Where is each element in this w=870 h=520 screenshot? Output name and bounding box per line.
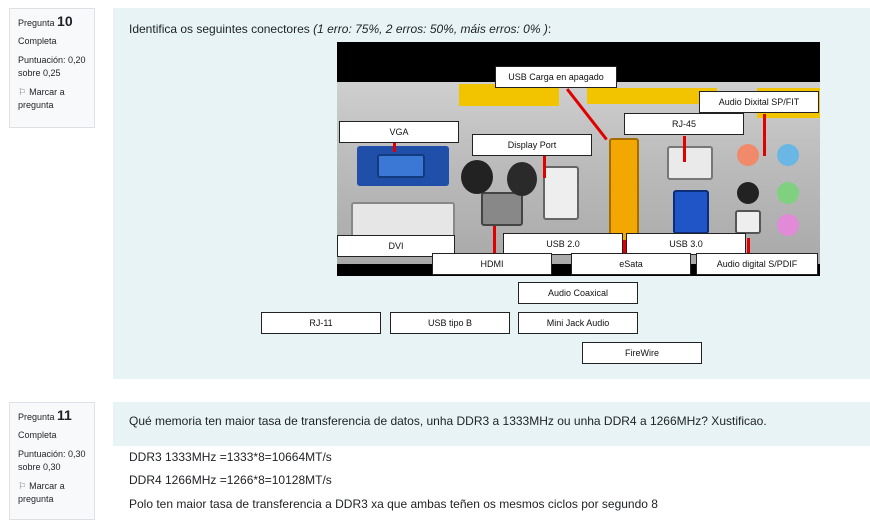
- question-info-11: Pregunta 11 Completa Puntuación: 0,30 so…: [9, 402, 95, 520]
- question-number: Pregunta 10: [18, 13, 86, 30]
- pointer-line: [763, 114, 766, 156]
- drop-label-vga[interactable]: VGA: [339, 121, 459, 143]
- vga-port-pins: [377, 154, 425, 178]
- question-label: Pregunta: [18, 412, 55, 422]
- drop-label-usb20[interactable]: USB 2.0: [503, 233, 623, 255]
- audio-jack-shape: [777, 214, 799, 236]
- audio-jack-shape: [777, 144, 799, 166]
- choice-rj11[interactable]: RJ-11: [261, 312, 381, 334]
- yellow-slot: [587, 88, 717, 104]
- question-status: Completa: [18, 430, 57, 440]
- usb30-port-shape: [673, 190, 709, 234]
- choice-usb-tipo-b[interactable]: USB tipo B: [390, 312, 510, 334]
- answer-line: Polo ten maior tasa de transferencia a D…: [129, 497, 658, 511]
- answer-line: DDR3 1333MHz =1333*8=10664MT/s: [129, 450, 332, 464]
- question-text: Qué memoria ten maior tasa de transferen…: [129, 414, 767, 428]
- audio-jack-shape: [777, 182, 799, 204]
- choice-firewire[interactable]: FireWire: [582, 342, 702, 364]
- usb20-port-shape: [543, 166, 579, 220]
- choice-audio-coaxical[interactable]: Audio Coaxical: [518, 282, 638, 304]
- question-score: Puntuación: 0,30 sobre 0,30: [18, 449, 86, 472]
- question-content-10: Identifica os seguintes conectores (1 er…: [113, 8, 870, 379]
- flag-question-link[interactable]: ⚐ Marcar a pregunta: [18, 480, 86, 506]
- pointer-line: [683, 136, 686, 162]
- question-text-end: :: [547, 22, 552, 36]
- question-status: Completa: [18, 36, 57, 46]
- drop-label-audio-spdif[interactable]: Audio digital S/PDIF: [696, 253, 818, 275]
- drop-label-hdmi[interactable]: HDMI: [432, 253, 552, 275]
- audio-jack-shape: [737, 182, 759, 204]
- flag-icon: ⚐: [18, 481, 27, 491]
- question-label: Pregunta: [18, 18, 55, 28]
- pointer-line: [543, 156, 546, 178]
- answer-line: DDR4 1266MHz =1266*8=10128MT/s: [129, 473, 332, 487]
- connector-panel-image: USB Carga en apagado Audio Dixital SP/FI…: [337, 42, 820, 276]
- optical-port-shape: [735, 210, 761, 234]
- question-text-italic: (1 erro: 75%, 2 erros: 50%, máis erros: …: [313, 22, 548, 36]
- flag-question-link[interactable]: ⚐ Marcar a pregunta: [18, 86, 86, 112]
- question-content-11: Qué memoria ten maior tasa de transferen…: [113, 402, 870, 446]
- drop-label-audio-spfit[interactable]: Audio Dixital SP/FIT: [699, 91, 819, 113]
- choice-mini-jack-audio[interactable]: Mini Jack Audio: [518, 312, 638, 334]
- dvi-port-shape: [351, 202, 455, 238]
- audio-jack-shape: [737, 144, 759, 166]
- question-number-value: 11: [57, 407, 72, 423]
- question-score: Puntuación: 0,20 sobre 0,25: [18, 55, 86, 78]
- drop-label-display-port[interactable]: Display Port: [472, 134, 592, 156]
- hdmi-port-shape: [481, 192, 523, 226]
- esata-usb-port-shape: [609, 138, 639, 242]
- drop-label-usb30[interactable]: USB 3.0: [626, 233, 746, 255]
- capacitor-shape: [461, 160, 493, 194]
- capacitor-shape: [507, 162, 537, 196]
- question-number-value: 10: [57, 13, 73, 29]
- question-text: Identifica os seguintes conectores (1 er…: [129, 21, 551, 37]
- answer-area[interactable]: DDR3 1333MHz =1333*8=10664MT/s DDR4 1266…: [113, 446, 870, 520]
- question-text-main: Identifica os seguintes conectores: [129, 22, 314, 36]
- question-info-10: Pregunta 10 Completa Puntuación: 0,20 so…: [9, 8, 95, 128]
- rj45-port-shape: [667, 146, 713, 180]
- drop-label-usb-carga[interactable]: USB Carga en apagado: [495, 66, 617, 88]
- flag-icon: ⚐: [18, 87, 27, 97]
- drop-label-rj45[interactable]: RJ-45: [624, 113, 744, 135]
- question-number: Pregunta 11: [18, 407, 86, 424]
- drop-label-esata[interactable]: eSata: [571, 253, 691, 275]
